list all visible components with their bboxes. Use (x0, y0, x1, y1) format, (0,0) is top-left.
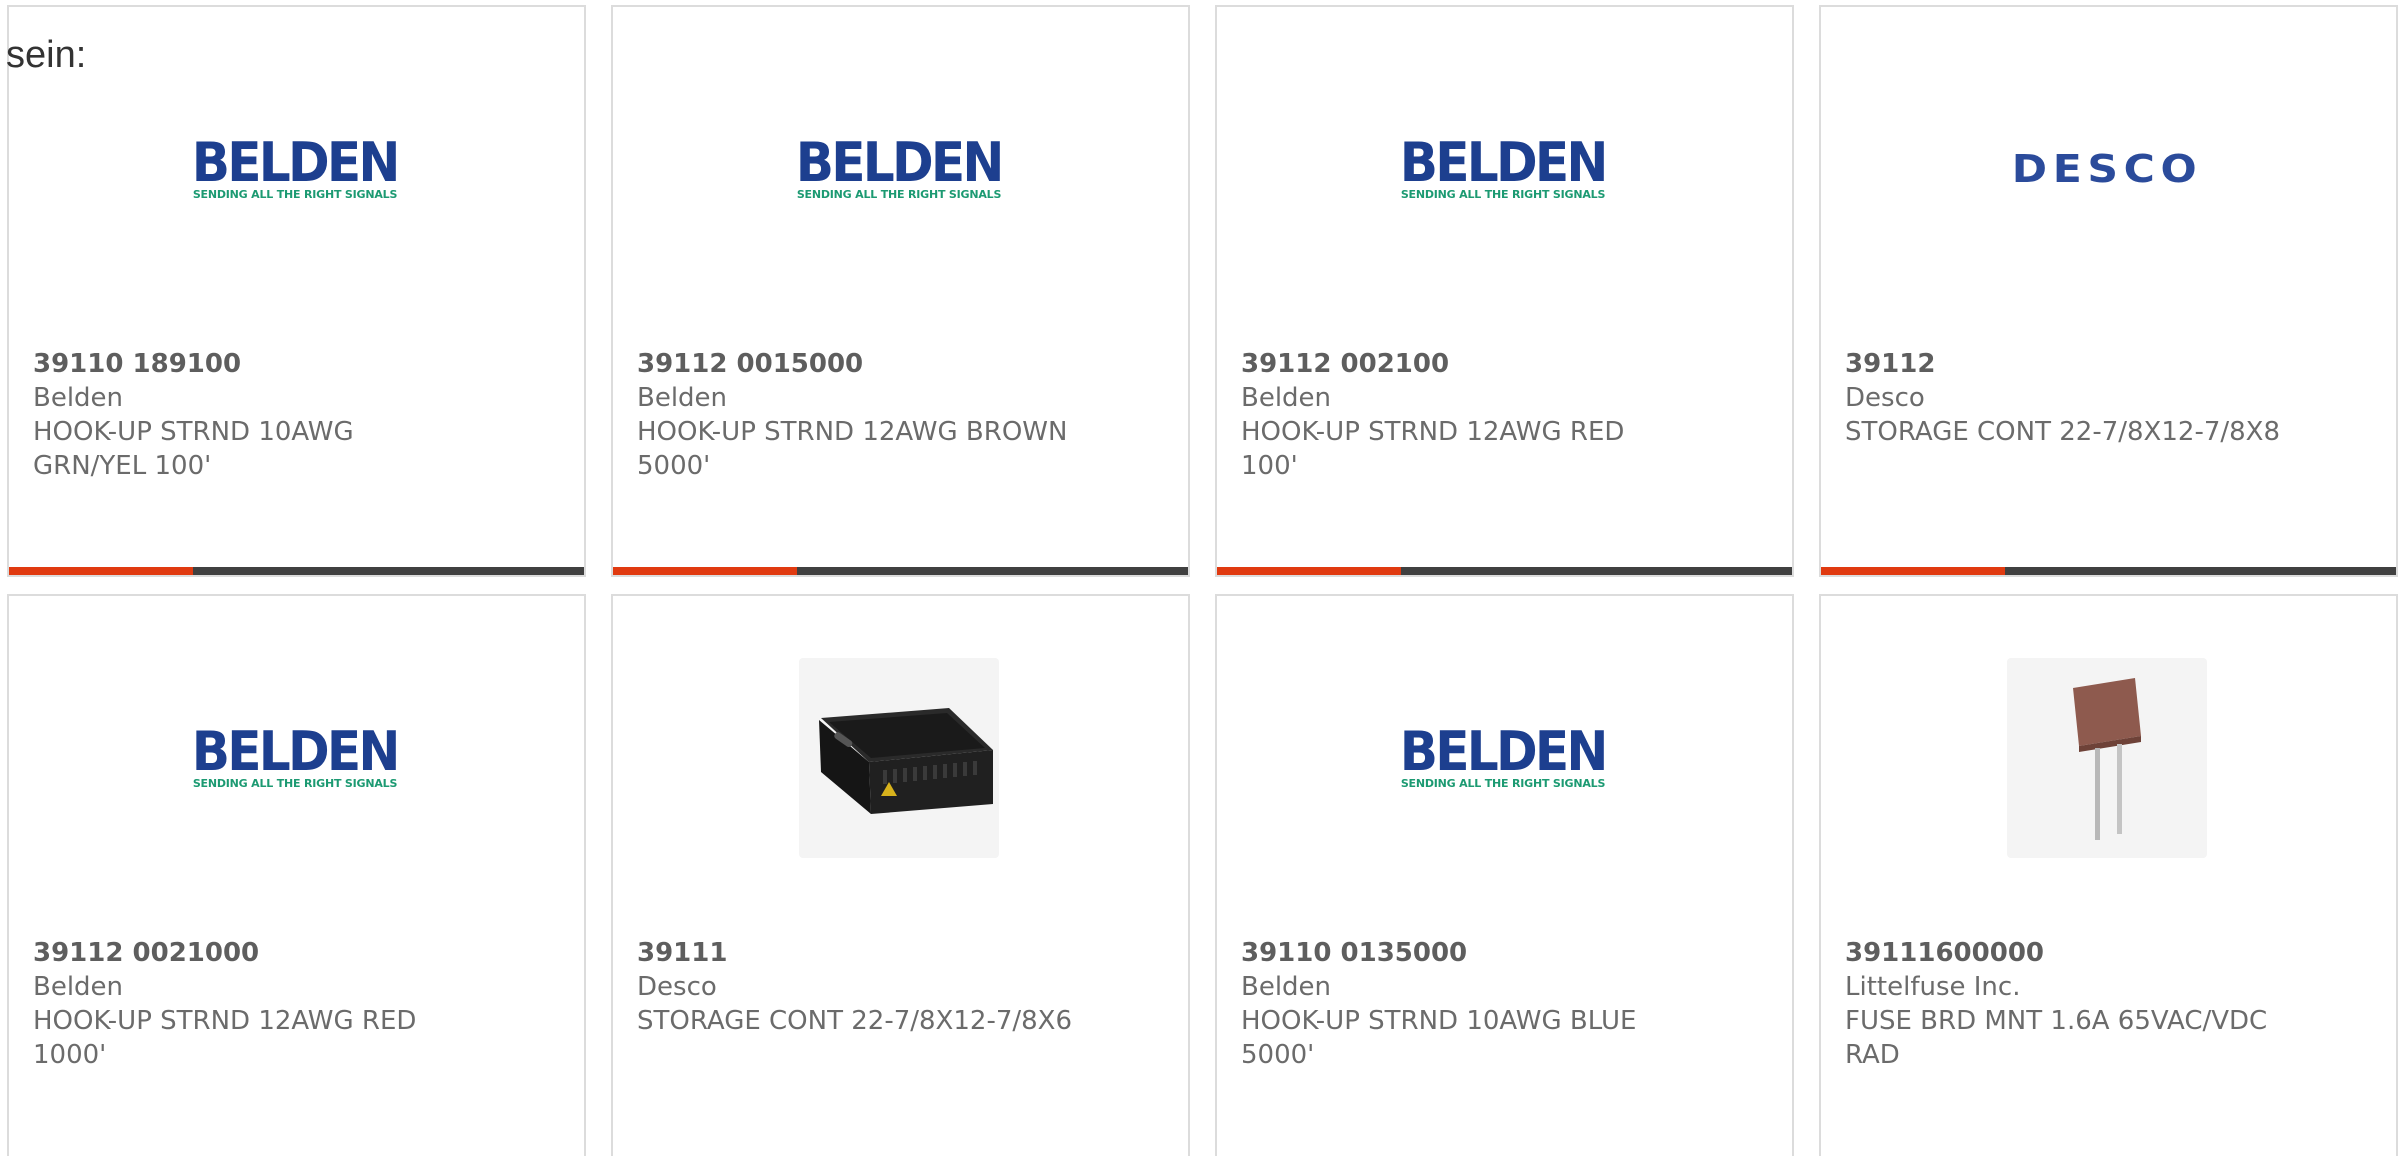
part-number[interactable]: 39112 (1845, 347, 2325, 381)
description-line-2: RAD (1845, 1040, 1900, 1070)
belden-logo: BELDEN SENDING ALL THE RIGHT SIGNALS (192, 720, 401, 790)
part-number[interactable]: 39112 002100 (1241, 347, 1721, 381)
product-image[interactable] (799, 658, 999, 858)
description-line-2: 5000' (637, 451, 711, 481)
product-card[interactable]: BELDEN SENDING ALL THE RIGHT SIGNALS 391… (7, 5, 586, 577)
part-number[interactable]: 39111 (637, 936, 1117, 970)
part-number[interactable]: 39112 0015000 (637, 347, 1117, 381)
product-image[interactable]: BELDEN SENDING ALL THE RIGHT SIGNALS (796, 69, 1005, 269)
manufacturer: Belden (637, 383, 728, 413)
part-number[interactable]: 39112 0021000 (33, 936, 513, 970)
belden-logo: BELDEN SENDING ALL THE RIGHT SIGNALS (1400, 131, 1609, 201)
card-accent-bar-fill (613, 567, 797, 575)
card-accent-bar (9, 567, 584, 575)
manufacturer: Belden (33, 383, 124, 413)
product-image[interactable] (2007, 658, 2207, 858)
product-image[interactable]: BELDEN SENDING ALL THE RIGHT SIGNALS (192, 658, 401, 858)
description-line-2: 5000' (1241, 1040, 1315, 1070)
description-line-1: HOOK-UP STRND 12AWG RED (33, 1006, 417, 1036)
belden-logo: BELDEN SENDING ALL THE RIGHT SIGNALS (796, 131, 1005, 201)
manufacturer: Belden (1241, 383, 1332, 413)
product-card[interactable]: BELDEN SENDING ALL THE RIGHT SIGNALS 391… (1215, 5, 1794, 577)
belden-logo: BELDEN SENDING ALL THE RIGHT SIGNALS (192, 131, 401, 201)
description-line-1: STORAGE CONT 22-7/8X12-7/8X6 (637, 1006, 1073, 1036)
description-line-1: HOOK-UP STRND 10AWG BLUE (1241, 1006, 1637, 1036)
card-accent-bar-fill (1821, 567, 2005, 575)
description-line-1: HOOK-UP STRND 12AWG RED (1241, 417, 1625, 447)
part-number[interactable]: 39110 189100 (33, 347, 513, 381)
description-line-2: 100' (1241, 451, 1298, 481)
product-image[interactable]: BELDEN SENDING ALL THE RIGHT SIGNALS (1400, 658, 1609, 858)
card-accent-bar-fill (9, 567, 193, 575)
description-line-1: STORAGE CONT 22-7/8X12-7/8X8 (1845, 417, 2281, 447)
product-card[interactable]: DESCO 39112 Desco STORAGE CONT 22-7/8X12… (1819, 5, 2398, 577)
part-number[interactable]: 39111600000 (1845, 936, 2325, 970)
product-image[interactable]: DESCO (2007, 69, 2207, 269)
description-line-2: GRN/YEL 100' (33, 451, 212, 481)
card-accent-bar (1821, 567, 2396, 575)
product-image[interactable]: BELDEN SENDING ALL THE RIGHT SIGNALS (192, 69, 401, 269)
product-card[interactable]: 39111600000 Littelfuse Inc. FUSE BRD MNT… (1819, 594, 2398, 1156)
manufacturer: Belden (33, 972, 124, 1002)
product-card[interactable]: BELDEN SENDING ALL THE RIGHT SIGNALS 391… (611, 5, 1190, 577)
card-accent-bar (613, 567, 1188, 575)
belden-logo: BELDEN SENDING ALL THE RIGHT SIGNALS (1400, 720, 1609, 790)
desco-logo: DESCO (2011, 147, 2203, 191)
description-line-1: HOOK-UP STRND 12AWG BROWN (637, 417, 1068, 447)
intro-text: sein: (6, 34, 87, 76)
description-line-2: 1000' (33, 1040, 107, 1070)
product-card[interactable]: 39111 Desco STORAGE CONT 22-7/8X12-7/8X6 (611, 594, 1190, 1156)
card-accent-bar (1217, 567, 1792, 575)
manufacturer: Desco (637, 972, 717, 1002)
fuse-photo (2007, 658, 2207, 858)
storage-container-photo (799, 658, 999, 858)
product-card[interactable]: BELDEN SENDING ALL THE RIGHT SIGNALS 391… (1215, 594, 1794, 1156)
manufacturer: Desco (1845, 383, 1925, 413)
manufacturer: Belden (1241, 972, 1332, 1002)
manufacturer: Littelfuse Inc. (1845, 972, 2021, 1002)
card-accent-bar-fill (1217, 567, 1401, 575)
product-card[interactable]: BELDEN SENDING ALL THE RIGHT SIGNALS 391… (7, 594, 586, 1156)
part-number[interactable]: 39110 0135000 (1241, 936, 1721, 970)
description-line-1: FUSE BRD MNT 1.6A 65VAC/VDC (1845, 1006, 2268, 1036)
description-line-1: HOOK-UP STRND 10AWG (33, 417, 354, 447)
product-image[interactable]: BELDEN SENDING ALL THE RIGHT SIGNALS (1400, 69, 1609, 269)
